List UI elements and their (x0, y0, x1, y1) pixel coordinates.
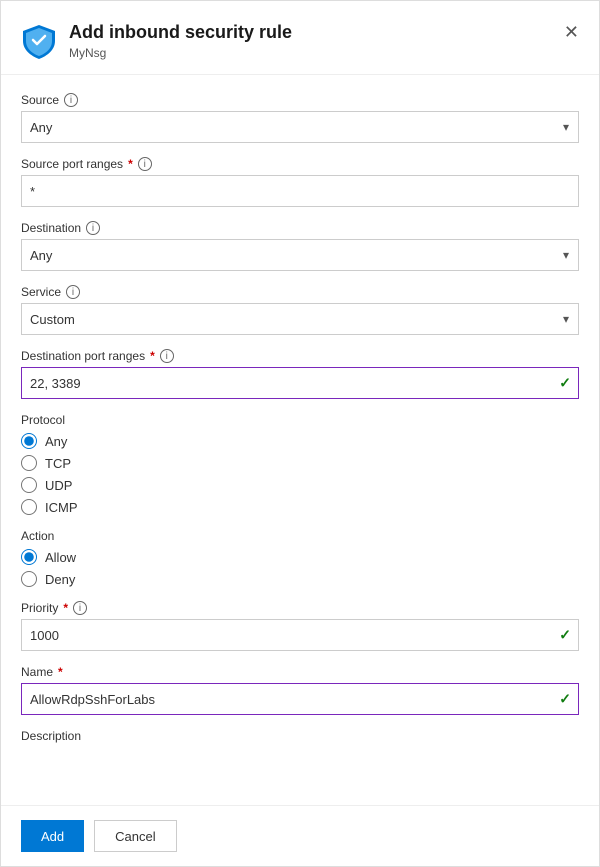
destination-port-check-icon: ✓ (559, 375, 571, 392)
add-button[interactable]: Add (21, 820, 84, 852)
priority-group: Priority * i ✓ (21, 601, 579, 651)
protocol-group: Protocol Any TCP UDP ICMP (21, 413, 579, 515)
source-select-wrapper: Any IP Addresses Service Tag Application… (21, 111, 579, 143)
source-port-ranges-label: Source port ranges * i (21, 157, 579, 171)
source-label: Source i (21, 93, 579, 107)
name-input[interactable] (21, 683, 579, 715)
add-inbound-security-rule-panel: Add inbound security rule MyNsg ✕ Source… (0, 0, 600, 867)
priority-info-icon[interactable]: i (73, 601, 87, 615)
protocol-udp-item[interactable]: UDP (21, 477, 579, 493)
source-port-info-icon[interactable]: i (138, 157, 152, 171)
name-check-icon: ✓ (559, 691, 571, 708)
source-info-icon[interactable]: i (64, 93, 78, 107)
protocol-udp-radio[interactable] (21, 477, 37, 493)
source-port-ranges-input[interactable] (21, 175, 579, 207)
header-text: Add inbound security rule MyNsg (69, 21, 292, 60)
priority-input[interactable] (21, 619, 579, 651)
panel-header: Add inbound security rule MyNsg ✕ (1, 1, 599, 75)
panel-body: Source i Any IP Addresses Service Tag Ap… (1, 75, 599, 837)
protocol-tcp-label: TCP (45, 456, 71, 471)
protocol-tcp-radio[interactable] (21, 455, 37, 471)
name-required-indicator: * (58, 665, 63, 679)
destination-label: Destination i (21, 221, 579, 235)
destination-port-ranges-input-wrapper: ✓ (21, 367, 579, 399)
action-allow-label: Allow (45, 550, 76, 565)
service-group: Service i Custom SSH RDP HTTP HTTPS ▾ (21, 285, 579, 335)
service-select[interactable]: Custom SSH RDP HTTP HTTPS (21, 303, 579, 335)
panel-subtitle: MyNsg (69, 46, 292, 60)
destination-select-wrapper: Any IP Addresses Service Tag Application… (21, 239, 579, 271)
protocol-udp-label: UDP (45, 478, 72, 493)
source-port-ranges-group: Source port ranges * i (21, 157, 579, 207)
destination-port-info-icon[interactable]: i (160, 349, 174, 363)
panel-title: Add inbound security rule (69, 21, 292, 44)
destination-group: Destination i Any IP Addresses Service T… (21, 221, 579, 271)
destination-port-ranges-group: Destination port ranges * i ✓ (21, 349, 579, 399)
shield-icon (21, 23, 57, 59)
protocol-icmp-radio[interactable] (21, 499, 37, 515)
source-port-required-indicator: * (128, 157, 133, 171)
destination-select[interactable]: Any IP Addresses Service Tag Application… (21, 239, 579, 271)
destination-info-icon[interactable]: i (86, 221, 100, 235)
source-port-ranges-input-wrapper (21, 175, 579, 207)
protocol-tcp-item[interactable]: TCP (21, 455, 579, 471)
cancel-button[interactable]: Cancel (94, 820, 176, 852)
description-group: Description (21, 729, 579, 743)
name-input-wrapper: ✓ (21, 683, 579, 715)
close-button[interactable]: ✕ (564, 23, 579, 41)
priority-check-icon: ✓ (559, 627, 571, 644)
priority-input-wrapper: ✓ (21, 619, 579, 651)
action-radio-group: Allow Deny (21, 549, 579, 587)
action-group: Action Allow Deny (21, 529, 579, 587)
action-deny-label: Deny (45, 572, 75, 587)
priority-required-indicator: * (63, 601, 68, 615)
destination-port-required-indicator: * (150, 349, 155, 363)
protocol-icmp-item[interactable]: ICMP (21, 499, 579, 515)
priority-label: Priority * i (21, 601, 579, 615)
service-select-wrapper: Custom SSH RDP HTTP HTTPS ▾ (21, 303, 579, 335)
description-label: Description (21, 729, 579, 743)
protocol-icmp-label: ICMP (45, 500, 78, 515)
source-select[interactable]: Any IP Addresses Service Tag Application… (21, 111, 579, 143)
name-label: Name * (21, 665, 579, 679)
protocol-any-radio[interactable] (21, 433, 37, 449)
protocol-any-item[interactable]: Any (21, 433, 579, 449)
service-label: Service i (21, 285, 579, 299)
protocol-any-label: Any (45, 434, 67, 449)
action-label: Action (21, 529, 579, 543)
action-deny-item[interactable]: Deny (21, 571, 579, 587)
source-group: Source i Any IP Addresses Service Tag Ap… (21, 93, 579, 143)
action-deny-radio[interactable] (21, 571, 37, 587)
protocol-radio-group: Any TCP UDP ICMP (21, 433, 579, 515)
header-left: Add inbound security rule MyNsg (21, 21, 292, 60)
panel-footer: Add Cancel (1, 805, 599, 866)
action-allow-radio[interactable] (21, 549, 37, 565)
name-group: Name * ✓ (21, 665, 579, 715)
service-info-icon[interactable]: i (66, 285, 80, 299)
action-allow-item[interactable]: Allow (21, 549, 579, 565)
protocol-label: Protocol (21, 413, 579, 427)
destination-port-ranges-input[interactable] (21, 367, 579, 399)
destination-port-ranges-label: Destination port ranges * i (21, 349, 579, 363)
